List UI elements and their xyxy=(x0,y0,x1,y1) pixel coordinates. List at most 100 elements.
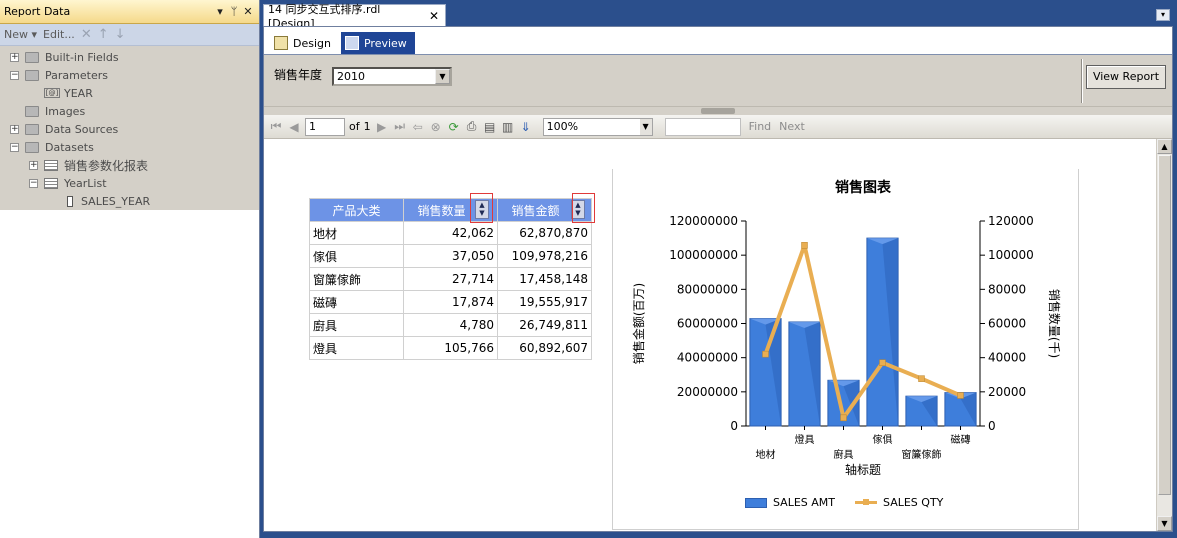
expand-icon[interactable]: + xyxy=(10,52,19,62)
chevron-down-icon[interactable]: ▼ xyxy=(435,69,450,84)
edit-button[interactable]: Edit... xyxy=(43,28,75,41)
legend-swatch-bar xyxy=(745,497,767,508)
x-tick-label: 傢俱 xyxy=(873,433,893,446)
folder-icon xyxy=(25,141,39,153)
tree-item-field-sales-year[interactable]: SALES_YEAR xyxy=(0,192,259,210)
scroll-thumb[interactable] xyxy=(1158,155,1171,495)
next-button[interactable]: Next xyxy=(779,120,805,133)
header-amount: 销售金额 ▲ ▼ xyxy=(497,193,595,223)
folder-icon xyxy=(25,105,39,117)
y-tick-label: 60000000 xyxy=(677,317,738,331)
tree-item-label: Data Sources xyxy=(45,122,119,136)
view-report-button[interactable]: View Report xyxy=(1086,65,1166,89)
next-page-icon[interactable]: ▶ xyxy=(375,120,389,134)
x-tick-label: 地材 xyxy=(756,448,776,461)
y2-tick-label: 20000 xyxy=(988,385,1026,399)
refresh-icon[interactable]: ⟳ xyxy=(447,120,461,134)
y2-tick-label: 0 xyxy=(988,419,996,433)
y-tick-label: 20000000 xyxy=(677,385,738,399)
x-tick-label: 磁磚 xyxy=(951,433,971,446)
back-icon[interactable]: ⇦ xyxy=(411,120,425,134)
qty-marker xyxy=(879,359,886,366)
move-up-icon[interactable]: ↑ xyxy=(98,27,109,42)
tree-item-built-in-fields[interactable]: + Built-in Fields xyxy=(0,48,259,66)
scroll-down-icon[interactable]: ▼ xyxy=(1157,516,1172,531)
close-icon[interactable]: ✕ xyxy=(241,5,255,18)
y2-tick-label: 100000 xyxy=(988,248,1034,262)
cell-category: 廚具 xyxy=(309,313,404,337)
export-icon[interactable]: ⇓ xyxy=(519,120,533,134)
current-page-input[interactable]: 1 xyxy=(305,117,345,136)
qty-marker xyxy=(918,375,925,382)
tree-item-dataset-yearlist[interactable]: − YearList xyxy=(0,174,259,192)
zoom-select[interactable]: 100% ▼ xyxy=(542,117,653,136)
y-tick-label: 40000000 xyxy=(677,351,738,365)
table-row: 廚具 4,780 26,749,811 xyxy=(309,313,592,337)
tree-item-label: SALES_YEAR xyxy=(81,194,151,208)
chevron-down-icon[interactable]: ▼ xyxy=(639,118,652,135)
collapse-icon[interactable]: − xyxy=(10,70,19,80)
dropdown-icon[interactable]: ▾ xyxy=(213,5,227,18)
last-page-icon[interactable]: ⏭ xyxy=(393,119,407,134)
legend-swatch-line xyxy=(855,499,878,505)
table-row: 磁磚 17,874 19,555,917 xyxy=(309,290,592,314)
tree-item-datasets[interactable]: − Datasets xyxy=(0,138,259,156)
find-button[interactable]: Find xyxy=(749,120,772,133)
chart-legend: SALES AMT SALES QTY xyxy=(745,496,943,509)
pin-icon[interactable]: ᛘ xyxy=(227,5,241,18)
table-row: 傢俱 37,050 109,978,216 xyxy=(309,244,592,268)
document-tab[interactable]: 14 同步交互式排序.rdl [Design] ✕ xyxy=(263,3,446,30)
divider xyxy=(1081,59,1083,103)
vertical-scrollbar[interactable]: ▲ ▼ xyxy=(1156,139,1172,531)
tab-preview[interactable]: Preview xyxy=(340,32,415,54)
header-amount-label: 销售金额 xyxy=(511,203,560,218)
scroll-up-icon[interactable]: ▲ xyxy=(1157,139,1172,154)
table-row: 燈具 105,766 60,892,607 xyxy=(309,336,592,360)
report-data-toolbar: New ▾ Edit... ✕ ↑ ↓ xyxy=(0,24,259,46)
dataset-icon xyxy=(44,177,58,189)
cell-category: 地材 xyxy=(309,221,404,245)
sales-chart: 销售图表 0 20000000 40000000 60000000 80000000 100… xyxy=(612,169,1079,530)
expand-icon[interactable]: + xyxy=(10,124,19,134)
x-tick-label: 燈具 xyxy=(795,434,815,446)
tree-item-label: 销售参数化报表 xyxy=(64,158,149,173)
delete-icon[interactable]: ✕ xyxy=(81,27,92,42)
splitter-grip[interactable] xyxy=(701,108,735,114)
table-header-row: 产品大类 销售数量 ▲ ▼ 销售金额 ▲ ▼ xyxy=(309,193,595,223)
cell-quantity: 27,714 xyxy=(403,267,498,291)
sort-highlight-box xyxy=(470,193,493,223)
move-down-icon[interactable]: ↓ xyxy=(115,27,126,42)
find-input[interactable] xyxy=(664,117,741,136)
table-row: 窗簾傢飾 27,714 17,458,148 xyxy=(309,267,592,291)
tree-item-data-sources[interactable]: + Data Sources xyxy=(0,120,259,138)
collapse-icon[interactable]: − xyxy=(10,142,19,152)
window-list-icon[interactable]: ▾ xyxy=(1156,9,1170,21)
close-tab-icon[interactable]: ✕ xyxy=(429,9,439,23)
design-icon xyxy=(274,36,288,50)
y-tick-label: 80000000 xyxy=(677,282,738,296)
legend-label-amt: SALES AMT xyxy=(773,496,836,509)
new-button[interactable]: New ▾ xyxy=(4,28,37,41)
stop-icon[interactable]: ⊗ xyxy=(429,120,443,134)
page-setup-icon[interactable]: ▥ xyxy=(501,120,515,134)
cell-quantity: 42,062 xyxy=(403,221,498,245)
tab-design[interactable]: Design xyxy=(270,32,339,54)
print-icon[interactable]: ⎙ xyxy=(465,119,479,134)
report-designer: ▾ Design Preview 销售年度 2010 ▼ View Report… xyxy=(263,9,1173,532)
tree-item-parameters[interactable]: − Parameters xyxy=(0,66,259,84)
first-page-icon[interactable]: ⏮ xyxy=(269,119,283,134)
year-select[interactable]: 2010 ▼ xyxy=(332,67,452,86)
tree-item-images[interactable]: Images xyxy=(0,102,259,120)
tree-item-dataset-sales[interactable]: + 销售参数化报表 xyxy=(0,156,259,174)
dataset-icon xyxy=(44,159,58,171)
tree-item-year-parameter[interactable]: [@] YEAR xyxy=(0,84,259,102)
previous-page-icon[interactable]: ◀ xyxy=(287,120,301,134)
print-layout-icon[interactable]: ▤ xyxy=(483,120,497,134)
chart-title: 销售图表 xyxy=(835,179,892,196)
report-data-panel: Report Data ▾ ᛘ ✕ New ▾ Edit... ✕ ↑ ↓ + … xyxy=(0,0,260,538)
table-row: 地材 42,062 62,870,870 xyxy=(309,221,592,245)
sort-highlight-box xyxy=(572,193,595,223)
parameters-splitter[interactable] xyxy=(264,107,1172,115)
collapse-icon[interactable]: − xyxy=(29,178,38,188)
expand-icon[interactable]: + xyxy=(29,160,38,170)
